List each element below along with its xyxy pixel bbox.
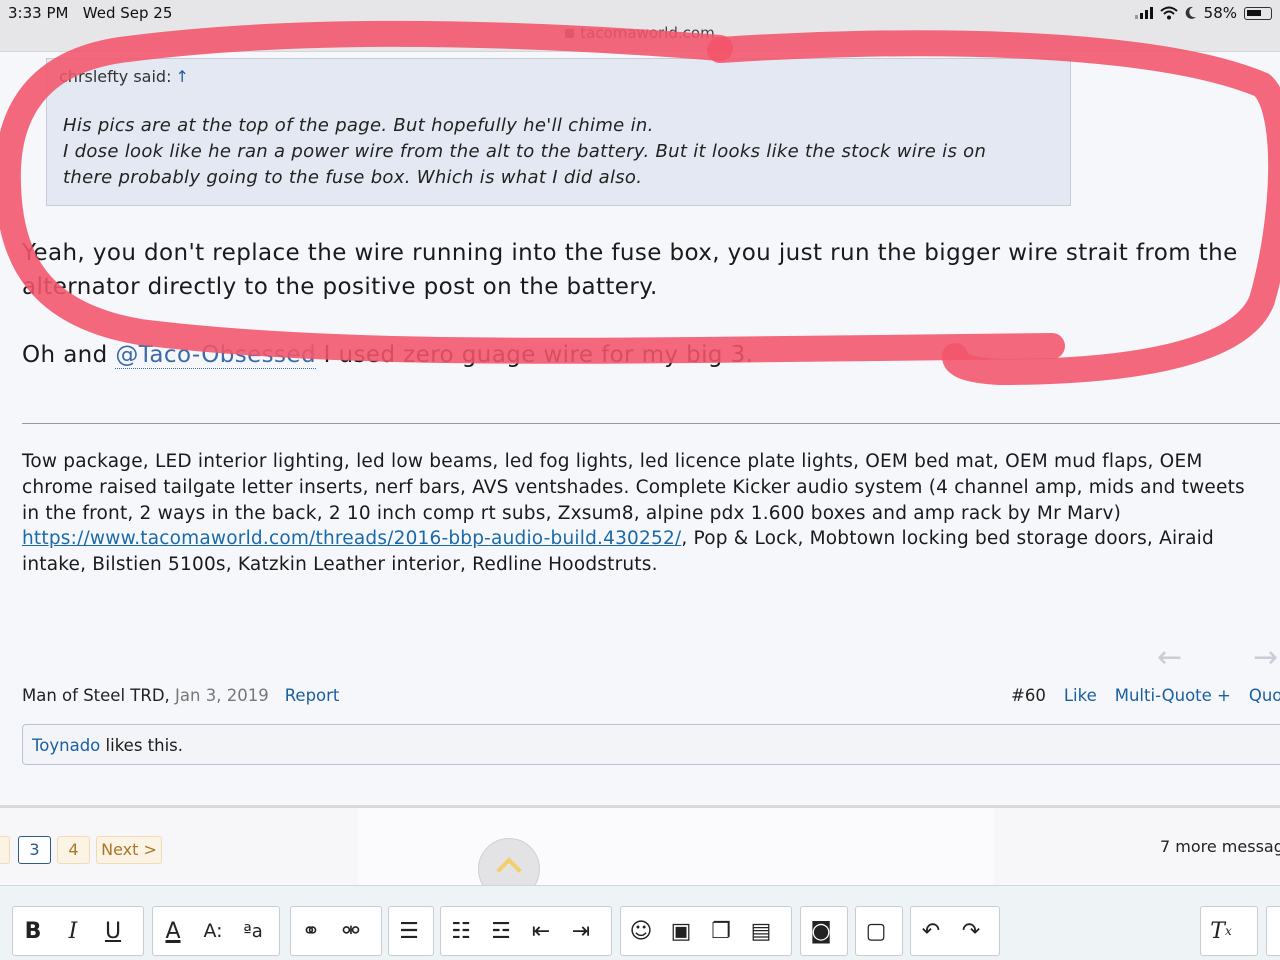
signature-text: , Pop & Lock, Mobtown locking bed storag… [681,528,1214,550]
text-color-icon[interactable]: A [153,907,193,955]
signature-line: chrome raised tailgate letter inserts, n… [22,476,1245,498]
toolbar-group-save: ▢ [855,906,903,956]
message-text: I used zero guage wire for my big 3. [315,342,754,368]
editor-toolbar: B I U A A: ªa ⚭ ⚮ ☰ ☷ ☲ ⇤ ⇥ ☺ ▣ ❐ ▤ ◙ ▢ … [0,885,1280,960]
link-icon[interactable]: ⚭ [291,907,331,955]
more-messages-link[interactable]: 7 more message [1160,837,1280,856]
outdent-icon[interactable]: ⇤ [521,907,561,955]
page-link[interactable]: 4 [57,836,90,864]
battery-percent: 58% [1203,4,1237,22]
message-text: Oh and [22,342,116,368]
moon-icon [1185,6,1196,19]
image-icon[interactable]: ▣ [661,907,701,955]
post-date[interactable]: Jan 3, 2019 [175,686,269,705]
align-left-icon[interactable]: ☰ [389,907,429,955]
number-list-icon[interactable]: ☲ [481,907,521,955]
save-icon[interactable]: ▢ [856,907,896,955]
signature-line: Tow package, LED interior lighting, led … [22,451,1203,472]
quote-author-name[interactable]: chrslefty said: [59,67,171,86]
user-mention-link[interactable]: @Taco-Obsessed [115,342,316,369]
bold-icon[interactable]: B [13,907,53,955]
multi-quote-link[interactable]: Multi-Quote + [1115,686,1231,705]
chevron-up-icon [496,857,522,883]
toolbar-group-history: ↶ ↷ [910,906,1000,956]
wifi-icon [1159,6,1178,20]
toolbar-group-format: Tx [1200,906,1258,956]
like-link[interactable]: Like [1064,686,1097,705]
toolbar-group-camera: ◙ [800,906,848,956]
unlink-icon[interactable]: ⚮ [331,907,371,955]
page-previous-cut[interactable] [0,836,10,864]
redo-icon[interactable]: ↷ [951,907,991,955]
toolbar-group-overflow [1266,906,1280,956]
liker-link[interactable]: Toynado [32,736,100,755]
signature-line: in the front, 2 ways in the back, 2 10 i… [22,502,1122,524]
message-body: Yeah, you don't replace the wire running… [22,236,1280,304]
status-bar: 3:33 PM Wed Sep 25 tacomaworld.com 58% [0,0,1280,52]
build-thread-link[interactable]: https://www.tacomaworld.com/threads/2016… [22,528,681,549]
signature-line: intake, Bilstien 5100s, Katzkin Leather … [22,554,658,576]
quote-line: there probably going to the fuse box. Wh… [63,167,643,188]
font-family-icon[interactable]: ªa [233,907,273,955]
status-indicators: 58% [1134,4,1272,22]
next-page-button[interactable]: Next > [96,836,162,864]
post-number[interactable]: #60 [1011,686,1046,705]
smilie-icon[interactable]: ☺ [621,907,661,955]
quote-link[interactable]: Quot [1249,686,1280,705]
toolbar-group-font: A A: ªa [152,906,280,956]
undo-icon[interactable]: ↶ [911,907,951,955]
post-author[interactable]: Man of Steel TRD [22,686,165,705]
signature-line: https://www.tacomaworld.com/threads/2016… [22,526,1280,552]
signature: Tow package, LED interior lighting, led … [22,449,1280,578]
pagination-bar: 3 4 Next > [0,805,1280,888]
underline-icon[interactable]: U [93,907,133,955]
likes-text: Toynado likes this. [32,736,183,755]
quote-line: His pics are at the top of the page. But… [63,115,654,136]
message-line: Yeah, you don't replace the wire running… [22,240,1238,266]
remove-format-icon[interactable]: Tx [1201,907,1241,955]
italic-icon[interactable]: I [53,907,93,955]
post-meta: Man of Steel TRD, Jan 3, 2019 Report [22,686,340,705]
message-line: alternator directly to the positive post… [22,274,658,300]
next-arrow-icon[interactable]: → [1253,640,1278,675]
report-link[interactable]: Report [285,686,340,705]
indent-icon[interactable]: ⇥ [561,907,601,955]
camera-icon[interactable]: ◙ [801,907,841,955]
likes-label: likes this. [100,736,184,755]
toolbar-group-links: ⚭ ⚮ [290,906,382,956]
toolbar-group-text-style: B I U [12,906,144,956]
previous-arrow-icon[interactable]: ← [1157,640,1182,675]
signature-divider [22,423,1280,424]
url-text: tacomaworld.com [580,24,715,42]
address-bar[interactable]: tacomaworld.com [0,24,1280,42]
battery-icon [1244,6,1272,20]
pagination-center [358,808,994,888]
status-time: 3:33 PM Wed Sep 25 [8,4,173,22]
page-current[interactable]: 3 [18,836,51,864]
quote-block: chrslefty said: ↑ His pics are at the top… [46,58,1071,206]
quote-line: I dose look like he ran a power wire fro… [63,141,987,162]
lock-icon [565,29,575,38]
toolbar-group-align: ☰ [388,906,434,956]
toolbar-group-lists: ☷ ☲ ⇤ ⇥ [440,906,612,956]
post-actions: #60 Like Multi-Quote + Quot [1011,686,1280,705]
quote-author: chrslefty said: ↑ [59,67,189,86]
quote-text: His pics are at the top of the page. But… [63,113,986,191]
likes-summary: Toynado likes this. [22,724,1280,765]
insert-icon[interactable]: ▤ [741,907,781,955]
jump-to-quote-icon[interactable]: ↑ [175,67,188,86]
font-size-icon[interactable]: A: [193,907,233,955]
message-paragraph-2: Oh and @Taco-Obsessed I used zero guage … [22,338,753,372]
toolbar-group-insert: ☺ ▣ ❐ ▤ [620,906,792,956]
media-icon[interactable]: ❐ [701,907,741,955]
bullet-list-icon[interactable]: ☷ [441,907,481,955]
signal-icon [1134,7,1153,19]
